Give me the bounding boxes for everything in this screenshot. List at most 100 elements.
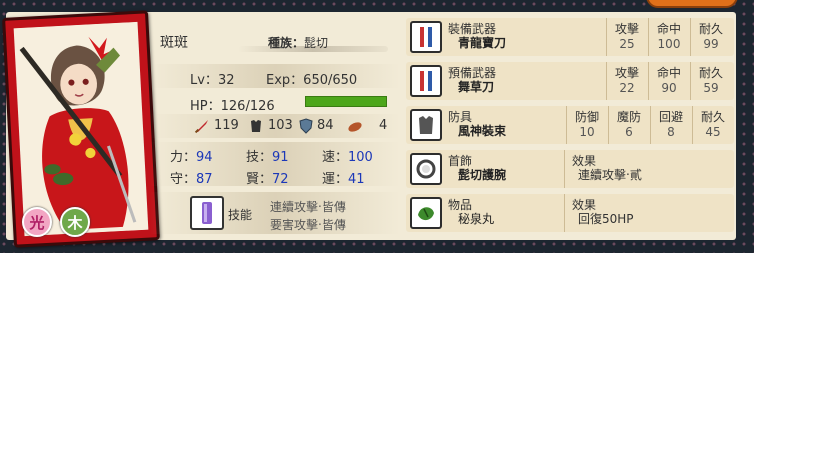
effect-divider (564, 150, 565, 188)
stat-col: 回避 8 (650, 106, 691, 144)
attribute-stat: 守：87 (170, 168, 213, 187)
stat-header: 攻擊 (614, 22, 639, 36)
character-portrait (14, 21, 148, 237)
stat-value: 59 (703, 81, 719, 95)
attribute-value: 94 (196, 150, 213, 165)
herb-pouch-icon (410, 197, 442, 229)
stat-col: 耐久 99 (690, 18, 731, 56)
level-value: 32 (217, 73, 235, 88)
attribute-label: 守： (170, 172, 197, 187)
skill-item[interactable]: 連續攻擊‧皆傳 (270, 198, 346, 215)
slot-item-name: 舞草刀 (458, 80, 495, 94)
attribute-value: 72 (272, 172, 289, 187)
card-art-frame (13, 21, 149, 237)
stat-header: 耐久 (700, 110, 725, 124)
hp-bar-track (305, 96, 387, 107)
level-field: Lv：32 (190, 69, 234, 88)
stat-value: 10 (579, 125, 595, 139)
race-field: 種族：髭切 (268, 34, 328, 51)
attribute-label: 賢： (246, 172, 273, 187)
hp-field: HP：126/126 (190, 95, 275, 114)
stat-col: 耐久 45 (692, 106, 733, 144)
skills-label: 技能 (228, 208, 253, 222)
equipment-slot-reserve-weapon[interactable]: 預備武器 舞草刀 攻擊 22 命中 90 耐久 59 (406, 62, 734, 100)
stat-value: 99 (703, 37, 719, 51)
equipment-slot-item[interactable]: 物品 秘泉丸 效果 回復50HP (406, 194, 734, 232)
stat-value: 100 (657, 37, 681, 51)
exp-value: 650/650 (303, 73, 358, 88)
slot-item-name: 風神裝束 (458, 124, 507, 138)
race-value: 髭切 (304, 36, 329, 50)
stat-col: 魔防 6 (608, 106, 649, 144)
attribute-label: 速： (322, 150, 349, 165)
equipment-slot-accessory[interactable]: 首飾 髭切護腕 效果 連續攻擊‧貳 (406, 150, 734, 188)
attribute-value: 100 (348, 150, 373, 165)
stat-value: 22 (619, 81, 635, 95)
stat-value: 8 (667, 125, 675, 139)
bracelet-icon (410, 153, 442, 185)
stat-header: 命中 (656, 22, 681, 36)
attribute-stat: 運：41 (322, 168, 365, 187)
status-frame: 光 木 斑斑 種族：髭切 Lv：32 Exp：650/650 HP：126/12… (0, 0, 754, 253)
effect-divider (564, 194, 565, 232)
sword-pair-icon (410, 65, 442, 97)
slot-item-name: 秘泉丸 (458, 212, 495, 226)
equipment-slot-weapon[interactable]: 裝備武器 青龍寶刀 攻擊 25 命中 100 耐久 99 (406, 18, 734, 56)
stat-header: 魔防 (616, 110, 641, 124)
equipment-slot-armor[interactable]: 防具 風神裝束 防御 10 魔防 6 回避 8 耐久 45 (406, 106, 734, 144)
stat-value: 90 (661, 81, 677, 95)
attribute-stat: 技：91 (246, 146, 289, 165)
stat-col: 防御 10 (566, 106, 607, 144)
item-count-value: 4 (379, 118, 388, 133)
race-label: 種族： (268, 36, 305, 50)
skill-icon[interactable] (190, 196, 224, 230)
attribute-value: 87 (196, 172, 213, 187)
wood-element-badge: 木 (60, 207, 90, 237)
slot-item-name: 髭切護腕 (458, 168, 507, 182)
stat-header: 回避 (658, 110, 683, 124)
stat-header: 防御 (574, 110, 599, 124)
exp-field: Exp：650/650 (266, 69, 357, 88)
defense-value: 103 (268, 118, 293, 133)
stat-value: 25 (619, 37, 635, 51)
attribute-label: 技： (246, 150, 273, 165)
light-element-badge: 光 (22, 207, 52, 237)
stat-col: 命中 90 (648, 62, 689, 100)
armor-icon (248, 118, 264, 134)
attribute-value: 41 (348, 172, 365, 187)
top-tab[interactable] (646, 0, 738, 8)
stat-col: 命中 100 (648, 18, 689, 56)
attribute-label: 運： (322, 172, 349, 187)
sword-pair-icon (410, 21, 442, 53)
stat-col: 耐久 59 (690, 62, 731, 100)
skill-item[interactable]: 要害攻擊‧皆傳 (270, 216, 346, 233)
sword-icon (194, 118, 210, 134)
exp-label: Exp： (266, 73, 304, 88)
effect-value: 連續攻擊‧貳 (578, 168, 642, 182)
stat-value: 6 (625, 125, 633, 139)
stat-value: 45 (705, 125, 721, 139)
hp-label: HP： (190, 99, 221, 114)
stat-col: 攻擊 25 (606, 18, 647, 56)
attribute-label: 力： (170, 150, 197, 165)
item-pouch-icon (347, 118, 363, 134)
stat-header: 命中 (656, 66, 681, 80)
attribute-stat: 速：100 (322, 146, 373, 165)
hp-value: 126/126 (220, 99, 275, 114)
magic-defense-value: 84 (317, 118, 334, 133)
character-name: 斑斑 (160, 35, 188, 51)
hp-bar-fill (306, 97, 386, 106)
attribute-value: 91 (272, 150, 289, 165)
attribute-stat: 賢：72 (246, 168, 289, 187)
attribute-stat: 力：94 (170, 146, 213, 165)
armor-icon (410, 109, 442, 141)
stat-header: 攻擊 (614, 66, 639, 80)
stat-header: 耐久 (698, 66, 723, 80)
effect-value: 回復50HP (578, 212, 634, 226)
level-label: Lv： (190, 73, 218, 88)
slot-item-name: 青龍寶刀 (458, 36, 507, 50)
stat-col: 攻擊 22 (606, 62, 647, 100)
status-panel: 光 木 斑斑 種族：髭切 Lv：32 Exp：650/650 HP：126/12… (2, 10, 736, 248)
attack-value: 119 (214, 118, 239, 133)
stat-header: 耐久 (698, 22, 723, 36)
